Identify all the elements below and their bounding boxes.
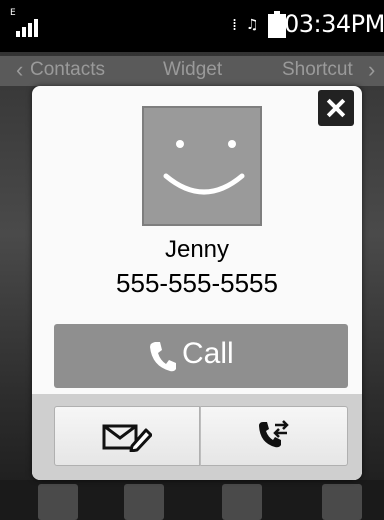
contact-name: Jenny bbox=[164, 236, 230, 263]
contact-number: 555-555-5555 bbox=[116, 268, 278, 298]
tab-contacts: Contacts bbox=[30, 59, 105, 80]
call-button[interactable]: Call bbox=[54, 324, 348, 388]
compose-message-icon bbox=[102, 424, 152, 452]
contact-avatar bbox=[142, 106, 262, 226]
tab-widget: Widget bbox=[163, 59, 223, 80]
dock-contacts-tile bbox=[124, 484, 164, 520]
signal-strength-icon bbox=[16, 19, 44, 37]
music-note-icon: ♫ bbox=[246, 17, 259, 33]
home-tabs: ‹ Contacts Widget Shortcut › bbox=[0, 54, 384, 86]
phone-icon bbox=[150, 342, 176, 372]
vibrate-icon: ⁞ bbox=[232, 15, 238, 34]
smiley-avatar-icon bbox=[163, 140, 245, 195]
dialog-actions-bar bbox=[32, 394, 362, 480]
call-transfer-icon bbox=[259, 420, 289, 448]
network-type-label: E bbox=[10, 8, 16, 18]
chevron-right-icon: › bbox=[368, 57, 376, 82]
clock: 03:34PM bbox=[284, 10, 384, 38]
chevron-left-icon: ‹ bbox=[16, 57, 24, 82]
contact-dialog: Jenny 555-555-5555 Call bbox=[32, 86, 362, 480]
message-button[interactable] bbox=[54, 406, 200, 466]
call-transfer-button[interactable] bbox=[200, 406, 348, 466]
call-label: Call bbox=[182, 337, 234, 370]
dock-messages-tile bbox=[222, 484, 262, 520]
dock-menu-tile bbox=[322, 484, 362, 520]
tab-shortcut: Shortcut bbox=[282, 59, 353, 80]
dock-phone-tile bbox=[38, 484, 78, 520]
status-bar: E ⁞ ♫ 03:34PM bbox=[0, 0, 384, 52]
close-button[interactable] bbox=[318, 90, 354, 126]
